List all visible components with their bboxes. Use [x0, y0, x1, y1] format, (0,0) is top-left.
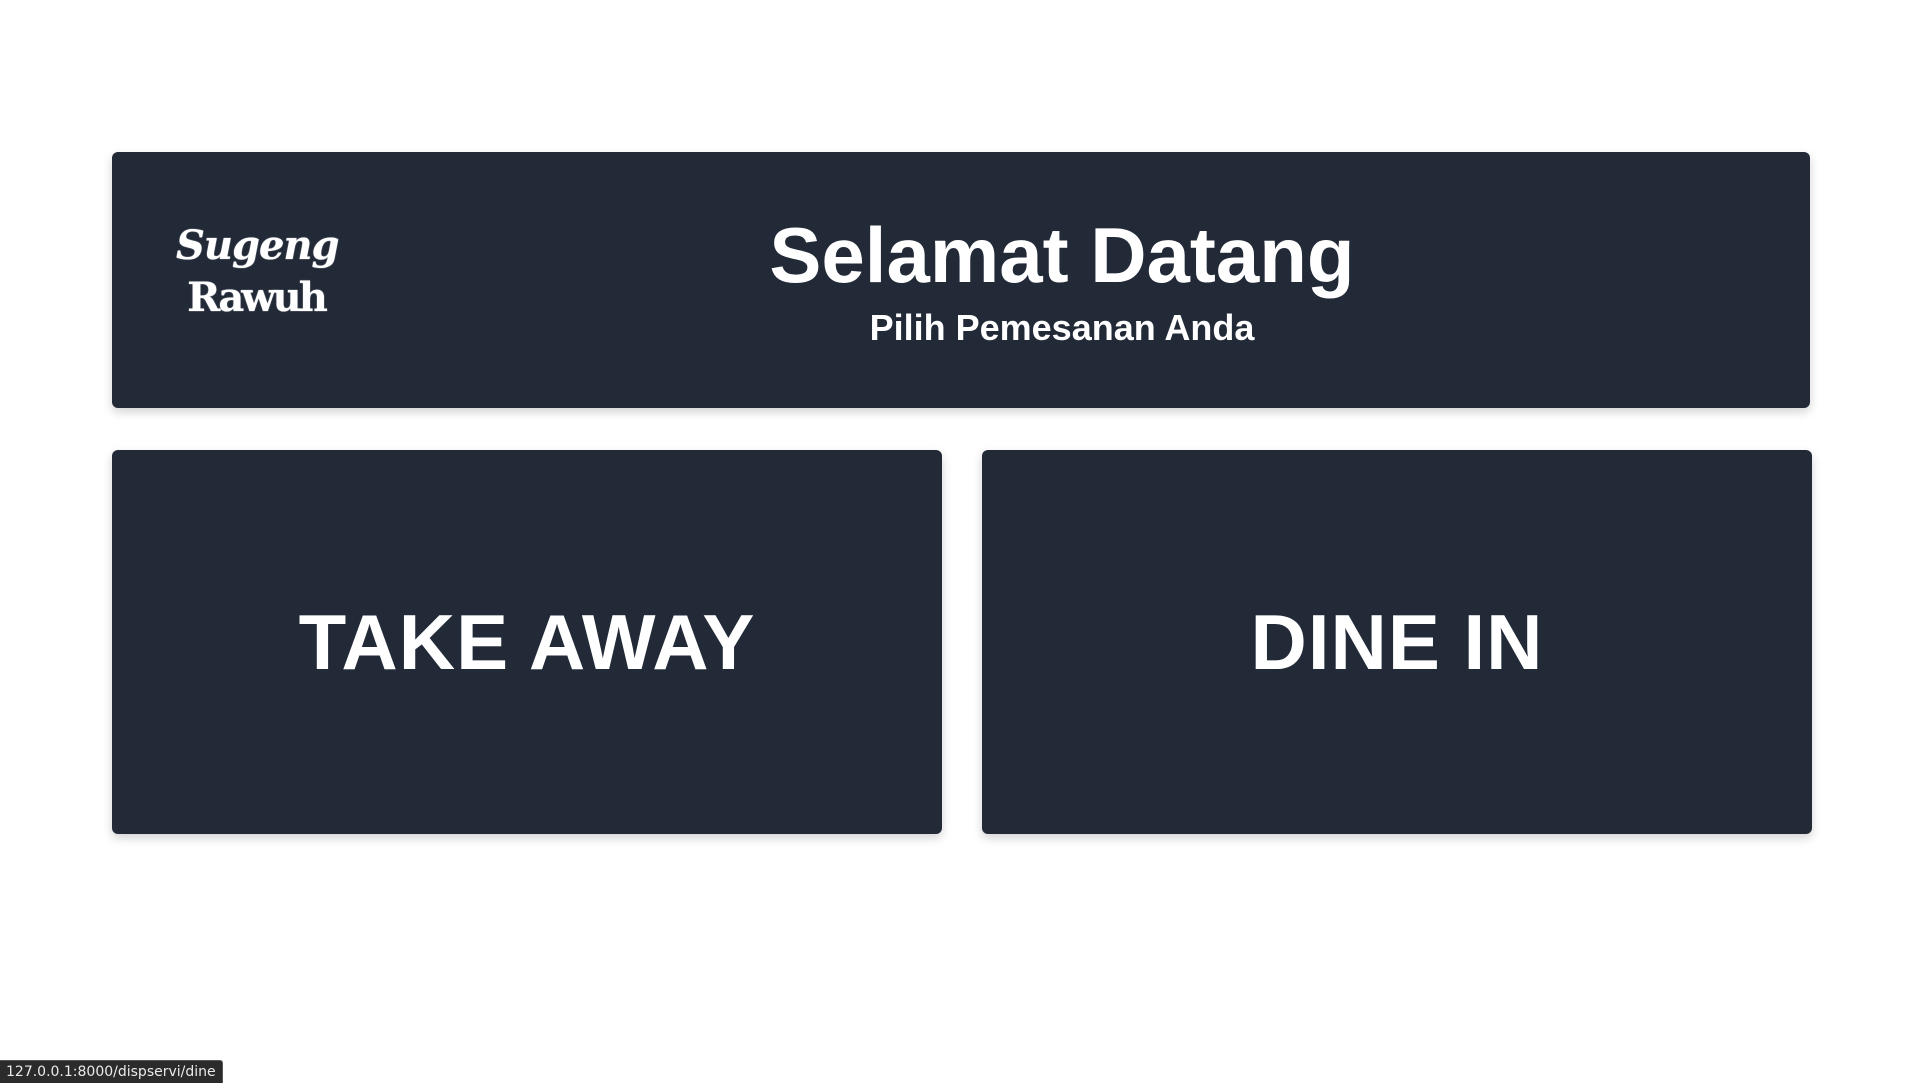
page-subtitle: Pilih Pemesanan Anda [869, 307, 1255, 348]
dine-in-button[interactable]: DINE IN [982, 450, 1812, 834]
logo-line-sugeng: Sugeng [176, 222, 339, 269]
dine-in-label: DINE IN [1250, 597, 1544, 686]
header-text: Selamat Datang Pilih Pemesanan Anda [752, 210, 1372, 350]
page-title: Selamat Datang [769, 211, 1355, 299]
take-away-button[interactable]: TAKE AWAY [112, 450, 942, 834]
logo: Sugeng Rawuh [176, 220, 339, 332]
take-away-label: TAKE AWAY [298, 597, 756, 686]
logo-line-rawuh: Rawuh [187, 274, 328, 321]
welcome-header: Sugeng Rawuh Selamat Datang Pilih Pemesa… [112, 152, 1810, 408]
